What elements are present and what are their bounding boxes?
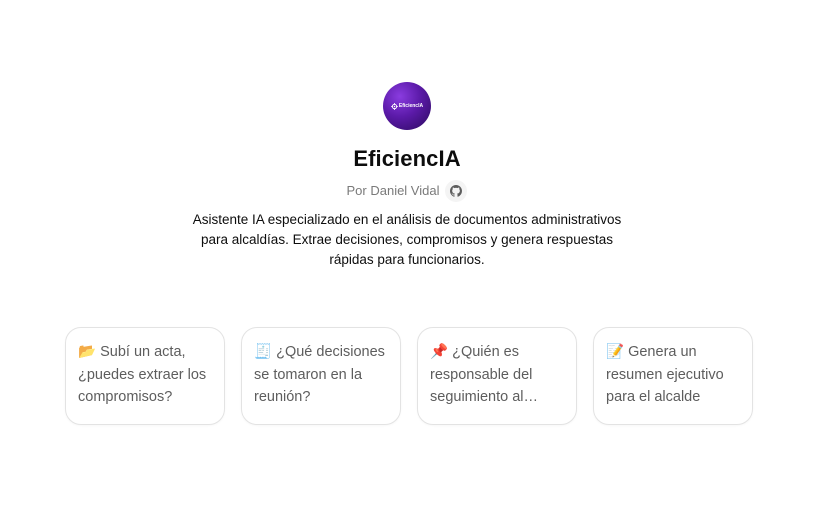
conversation-starters: 📂 Subí un acta, ¿puedes extraer los comp… [65,327,753,425]
starter-text: 📌 ¿Quién es responsable del seguimiento … [430,344,533,405]
brand-logo: EficiencIA [390,102,424,110]
gear-icon [390,102,398,110]
receipt-icon: 🧾 [254,344,273,360]
gpt-landing: EficiencIA EficiencIA Por Daniel Vidal A… [0,0,814,507]
gpt-title: EficiencIA [353,146,461,171]
avatar-text: EficiencIA [398,102,424,109]
github-link[interactable] [445,180,468,202]
starter-text: 📂 Subí un acta, ¿puedes extraer los comp… [78,344,207,405]
pushpin-icon: 📌 [430,344,449,360]
gpt-description: Asistente IA especializado en el análisi… [192,212,622,267]
github-icon [450,185,463,197]
starter-card[interactable]: 📂 Subí un acta, ¿puedes extraer los comp… [65,327,225,425]
author-label: Por Daniel Vidal [346,183,440,198]
open-folder-icon: 📂 [78,344,97,360]
gpt-avatar: EficiencIA [383,82,431,130]
starter-card[interactable]: 📌 ¿Quién es responsable del seguimiento … [417,327,577,425]
gpt-hero: EficiencIA EficiencIA Por Daniel Vidal A… [0,82,814,270]
starter-card[interactable]: 🧾 ¿Qué decisiones se tomaron en la reuni… [241,327,401,425]
memo-icon: 📝 [606,344,625,360]
starter-text: 🧾 ¿Qué decisiones se tomaron en la reuni… [254,344,385,405]
starter-text: 📝 Genera un resumen ejecutivo para el al… [606,344,724,405]
gpt-byline: Por Daniel Vidal [347,180,468,202]
starter-card[interactable]: 📝 Genera un resumen ejecutivo para el al… [593,327,753,425]
